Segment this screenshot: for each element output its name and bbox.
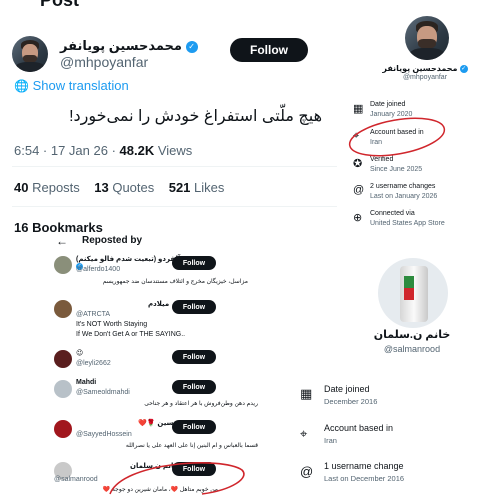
follow-button[interactable]: Follow bbox=[230, 38, 308, 62]
follow-button[interactable]: Follow bbox=[172, 420, 216, 434]
avatar bbox=[54, 256, 72, 274]
user-bio: مزاسل، خیزیگان مخرج و ائتلاف مستندسان ضد… bbox=[102, 279, 248, 285]
user-name: Mahdi bbox=[76, 379, 97, 386]
about-username-value: Last on December 2016 bbox=[324, 474, 405, 483]
calendar-icon: ▦ bbox=[300, 386, 313, 401]
author-avatar[interactable] bbox=[12, 36, 48, 72]
follow-button[interactable]: Follow bbox=[172, 380, 216, 394]
user-bio: It's NOT Worth Staying bbox=[76, 321, 148, 328]
user-name: 😉 bbox=[76, 350, 84, 357]
list-item[interactable]: ❤️🌹 حسین @SayyedHossein قسما بالعباس و ا… bbox=[48, 416, 276, 456]
about-username-title: 1 username change bbox=[324, 461, 404, 471]
tweet-meta: 6:54 · 17 Jan 26 · 48.2K Views bbox=[14, 143, 192, 158]
avatar bbox=[54, 350, 72, 368]
tweet-panel: Post محمدحسین پویانفر ✓ @mhpoyanfar Foll… bbox=[0, 0, 340, 232]
about-panel-top: محمدحسین پویانفر ✓ @mhpoyanfar ▦ Date jo… bbox=[345, 0, 500, 232]
user-handle: @leyli2662 bbox=[76, 360, 111, 367]
avatar bbox=[54, 420, 72, 438]
user-handle: @ATRCTA bbox=[76, 311, 111, 318]
globe-icon: ⊕ bbox=[353, 212, 363, 224]
reposts-stat[interactable]: 40 Reposts bbox=[14, 180, 80, 195]
about-username-value: Last on January 2026 bbox=[370, 193, 438, 200]
about-date-joined-title: Date joined bbox=[324, 384, 370, 394]
author-name-row[interactable]: محمدحسین پویانفر ✓ bbox=[60, 38, 198, 54]
avatar bbox=[54, 380, 72, 398]
about-username-title: 2 username changes bbox=[370, 183, 436, 190]
location-icon: ⌖ bbox=[300, 426, 308, 441]
divider-2 bbox=[12, 206, 337, 207]
author-name: محمدحسین پویانفر bbox=[60, 38, 182, 53]
user-bio-line2: If We Don't Get A or THE SAYING.. bbox=[76, 331, 186, 338]
quotes-stat[interactable]: 13 Quotes bbox=[94, 180, 154, 195]
views-label: Views bbox=[157, 143, 193, 158]
divider-1 bbox=[12, 166, 337, 167]
about-date-joined-title: Date joined bbox=[370, 101, 406, 108]
list-item[interactable]: 😉 @leyli2662 Follow bbox=[48, 346, 276, 376]
reposted-panel: ← Reposted by آلفردو (تبعیت شدم فالو میک… bbox=[48, 232, 276, 500]
about-panel-bottom: خانم ن.سلمان @salmanrood ▦ Date joined D… bbox=[282, 240, 500, 500]
follow-button[interactable]: Follow bbox=[172, 350, 216, 364]
list-item[interactable]: آلفردو (تبعیت شدم فالو میکنم) ✓ @alferdo… bbox=[48, 252, 276, 294]
user-bio: ریدم دهن وطن‌فروش با هر اعتقاد و هر جناح… bbox=[144, 401, 258, 407]
verified-badge-icon: ✓ bbox=[185, 40, 198, 53]
red-circle-annotation bbox=[109, 462, 245, 495]
about-connected-value: United States App Store bbox=[370, 220, 445, 227]
about-location-value: Iran bbox=[324, 436, 337, 445]
user-handle: @SayyedHossein bbox=[76, 431, 132, 438]
about-name: خانم ن.سلمان bbox=[373, 329, 451, 341]
header-cut-title: Post bbox=[40, 0, 80, 10]
about-handle: @mhpoyanfar bbox=[402, 74, 448, 81]
author-handle[interactable]: @mhpoyanfar bbox=[60, 54, 148, 70]
reposted-title: Reposted by bbox=[82, 235, 143, 246]
at-icon: @ bbox=[353, 184, 365, 196]
red-circle-annotation bbox=[348, 117, 446, 157]
about-connected-title: Connected via bbox=[370, 210, 415, 217]
tweet-text: هیچ ملّتی استفراغ خودش را نمی‌خورد! bbox=[69, 108, 322, 125]
follow-button[interactable]: Follow bbox=[172, 256, 216, 270]
list-item[interactable]: Mahdi @Sameoldmahdi ریدم دهن وطن‌فروش با… bbox=[48, 376, 276, 416]
back-arrow-icon[interactable]: ← bbox=[56, 234, 68, 248]
about-avatar bbox=[378, 258, 448, 328]
about-verified-value: Since June 2025 bbox=[370, 166, 423, 173]
about-date-joined-value: December 2016 bbox=[324, 397, 378, 406]
avatar bbox=[54, 300, 72, 318]
bookmarks-stat[interactable]: 16 Bookmarks bbox=[14, 220, 103, 232]
follow-button[interactable]: Follow bbox=[172, 300, 216, 314]
user-handle: @Sameoldmahdi bbox=[76, 389, 130, 396]
user-handle: @alferdo1400 bbox=[76, 266, 121, 273]
engagement-row: 40 Reposts 13 Quotes 521 Likes bbox=[14, 180, 224, 195]
globe-icon: 🌐 bbox=[14, 79, 29, 93]
likes-stat[interactable]: 521 Likes bbox=[169, 180, 225, 195]
list-item[interactable]: میلادم @ATRCTA It's NOT Worth Staying If… bbox=[48, 296, 276, 348]
about-avatar bbox=[405, 16, 449, 60]
user-name: میلادم bbox=[148, 301, 170, 308]
user-bio: قسما بالعباس و ام البنين إنا على العهد ع… bbox=[125, 443, 258, 449]
user-handle: @salmanrood bbox=[54, 476, 98, 483]
about-name-row: محمدحسین پویانفر ✓ bbox=[382, 64, 468, 73]
about-location-title: Account based in bbox=[324, 423, 394, 433]
show-translation-link[interactable]: 🌐 Show translation bbox=[14, 78, 129, 93]
about-handle: @salmanrood bbox=[383, 344, 441, 354]
at-icon: @ bbox=[300, 464, 314, 479]
tweet-time[interactable]: 6:54 · 17 Jan 26 · bbox=[14, 143, 120, 158]
verified-badge-icon: ✓ bbox=[459, 64, 468, 73]
views-count: 48.2K bbox=[119, 143, 155, 158]
